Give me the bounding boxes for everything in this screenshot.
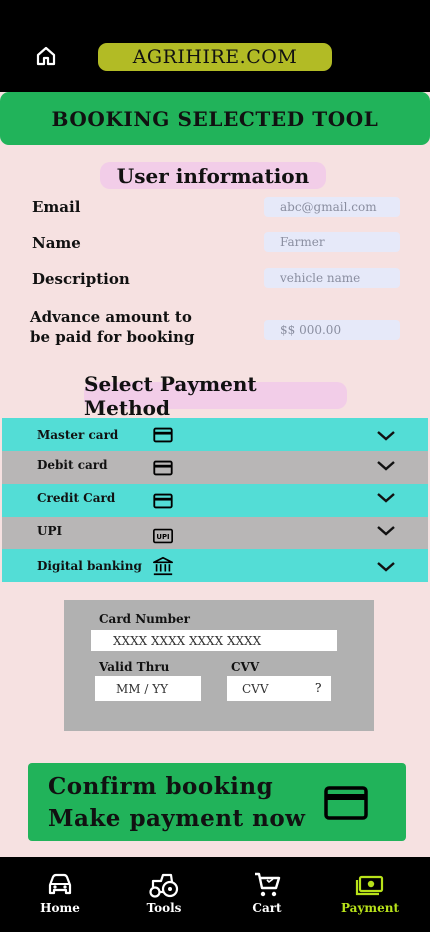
credit-card-icon	[153, 427, 173, 442]
car-icon	[48, 873, 72, 895]
payment-option-digital-banking[interactable]: Digital banking	[2, 549, 428, 582]
email-field[interactable]	[264, 197, 400, 217]
chevron-down-icon[interactable]	[374, 453, 398, 477]
nav-cart-label: Cart	[252, 901, 282, 915]
chevron-down-icon[interactable]	[374, 518, 398, 542]
advance-amount-label: Advance amount to be paid for booking	[30, 308, 195, 346]
advance-amount-field[interactable]	[264, 320, 400, 340]
card-number-field[interactable]	[91, 630, 337, 651]
card-details-panel: Card Number Valid Thru CVV ?	[64, 600, 374, 731]
nav-payment-label: Payment	[340, 901, 400, 915]
chevron-down-icon[interactable]	[374, 554, 398, 578]
payment-option-upi[interactable]: UPI UPI	[2, 517, 428, 550]
email-label: Email	[32, 198, 81, 216]
payment-option-label: Debit card	[37, 457, 108, 472]
payment-option-label: Credit Card	[37, 490, 116, 505]
nav-cart[interactable]: Cart	[232, 869, 302, 915]
credit-card-icon	[153, 460, 173, 475]
credit-card-icon	[153, 493, 173, 508]
bank-icon	[153, 556, 173, 575]
user-info-heading: User information	[100, 162, 326, 189]
valid-thru-label: Valid Thru	[99, 660, 170, 674]
upi-icon: UPI	[153, 528, 173, 543]
confirm-line-2: Make payment now	[48, 805, 306, 832]
payment-option-label: Master card	[37, 427, 119, 442]
home-icon[interactable]	[34, 44, 58, 68]
cvv-help-icon[interactable]: ?	[315, 681, 321, 695]
nav-home[interactable]: Home	[25, 869, 95, 915]
nav-home-label: Home	[40, 901, 80, 915]
confirm-booking-button[interactable]: Confirm booking Make payment now	[28, 763, 406, 841]
nav-payment[interactable]: Payment	[335, 869, 405, 915]
page-title: BOOKING SELECTED TOOL	[0, 92, 430, 145]
svg-text:UPI: UPI	[156, 533, 169, 541]
payment-option-credit-card[interactable]: Credit Card	[2, 484, 428, 517]
cvv-label: CVV	[231, 660, 260, 674]
chevron-down-icon[interactable]	[374, 485, 398, 509]
top-bar: AGRIHIRE.COM	[0, 0, 430, 92]
payment-option-label: Digital banking	[37, 558, 142, 573]
card-number-label: Card Number	[99, 612, 190, 626]
payment-option-label: UPI	[37, 523, 63, 538]
nav-tools-label: Tools	[146, 901, 182, 915]
description-field[interactable]	[264, 268, 400, 288]
nav-tools[interactable]: Tools	[129, 871, 199, 915]
confirm-booking-label: Confirm booking Make payment now	[48, 771, 305, 835]
bottom-nav: Home Tools Cart Payment	[0, 857, 430, 932]
valid-thru-field[interactable]	[95, 676, 201, 701]
tractor-icon	[149, 873, 179, 898]
payment-option-master-card[interactable]: Master card	[2, 418, 428, 451]
brand-logo[interactable]: AGRIHIRE.COM	[98, 43, 332, 71]
confirm-line-1: Confirm booking	[48, 773, 274, 800]
name-label: Name	[32, 234, 81, 252]
cart-icon	[255, 872, 281, 897]
payment-icon	[355, 875, 384, 896]
credit-card-icon	[324, 786, 368, 820]
chevron-down-icon[interactable]	[374, 423, 398, 447]
payment-method-heading: Select Payment Method	[84, 372, 347, 420]
description-label: Description	[32, 270, 130, 288]
payment-option-debit-card[interactable]: Debit card	[2, 451, 428, 484]
name-field[interactable]	[264, 232, 400, 252]
